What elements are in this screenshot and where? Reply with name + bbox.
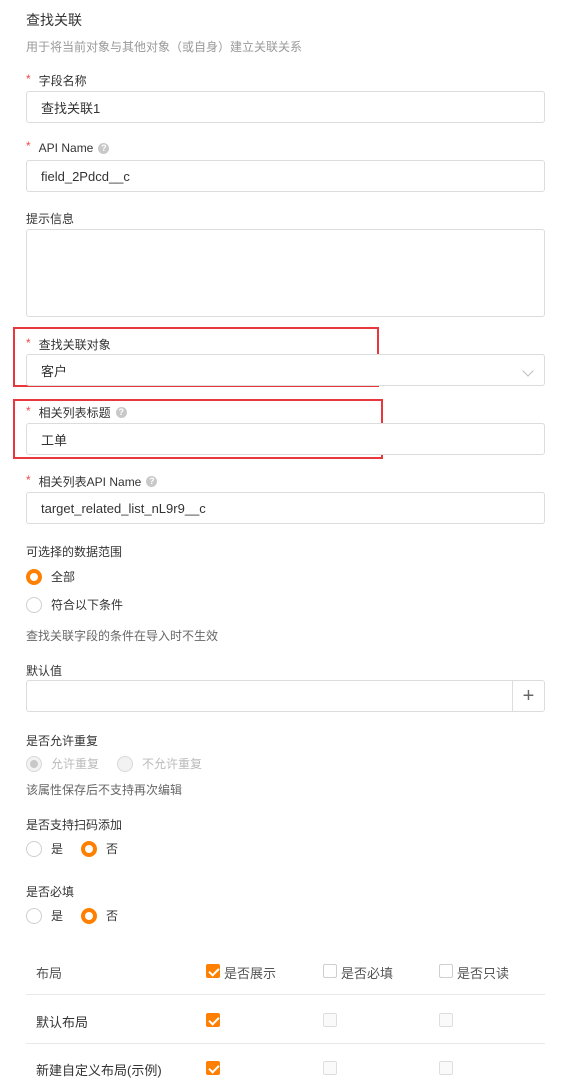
layout-name: 新建自定义布局(示例)	[36, 1063, 162, 1078]
required-option-no[interactable]: 否	[81, 907, 118, 924]
lookup-object-select[interactable]: 客户	[26, 354, 545, 386]
allow-duplicate-note: 该属性保存后不支持再次编辑	[26, 783, 183, 797]
default-value-label: 默认值	[26, 664, 63, 678]
data-range-note: 查找关联字段的条件在导入时不生效	[26, 629, 219, 643]
scan-add-label: 是否支持扫码添加	[26, 818, 123, 832]
readonly-checkbox	[439, 1013, 453, 1027]
readonly-checkbox	[439, 1061, 453, 1075]
radio-icon[interactable]	[26, 596, 42, 613]
required-checkbox	[323, 1061, 337, 1075]
radio-icon[interactable]	[26, 840, 42, 857]
required-option-yes[interactable]: 是	[26, 907, 63, 924]
related-list-title-input[interactable]: 工单	[26, 423, 545, 455]
radio-selected-icon[interactable]	[26, 568, 42, 585]
radio-disabled-icon	[117, 755, 133, 772]
help-icon[interactable]: ?	[115, 407, 127, 418]
radio-selected-icon[interactable]	[81, 840, 97, 857]
lookup-object-label: * 查找关联对象	[26, 335, 111, 353]
layout-table-header: 布局 是否展示 是否必填 是否只读	[26, 947, 545, 995]
table-row: 新建自定义布局(示例)	[26, 1044, 545, 1091]
add-icon[interactable]: +	[512, 681, 544, 711]
hint-label: 提示信息	[26, 212, 75, 226]
column-header-show: 是否展示	[224, 966, 277, 981]
data-range-option-conditions[interactable]: 符合以下条件	[26, 596, 123, 613]
column-header-required: 是否必填	[341, 966, 394, 981]
page-subtitle: 用于将当前对象与其他对象（或自身）建立关联关系	[26, 40, 303, 54]
data-range-option-all[interactable]: 全部	[26, 568, 75, 585]
help-icon[interactable]: ?	[146, 476, 158, 487]
page-title: 查找关联	[26, 12, 82, 28]
required-all-checkbox[interactable]	[323, 964, 337, 978]
column-header-layout: 布局	[36, 966, 63, 981]
radio-disabled-selected-icon	[26, 755, 42, 772]
related-list-api-input[interactable]: target_related_list_nL9r9__c	[26, 492, 545, 524]
scan-add-option-no[interactable]: 否	[81, 840, 118, 857]
show-checkbox[interactable]	[206, 1013, 220, 1027]
show-all-checkbox[interactable]	[206, 964, 220, 978]
hint-textarea[interactable]	[26, 229, 545, 317]
layout-name: 默认布局	[36, 1015, 89, 1030]
related-list-api-label: * 相关列表API Name ?	[26, 472, 158, 490]
allow-duplicate-option-yes: 允许重复	[26, 755, 99, 772]
required-mark: *	[26, 71, 31, 86]
show-checkbox[interactable]	[206, 1061, 220, 1075]
field-name-label: * 字段名称	[26, 71, 87, 89]
required-checkbox	[323, 1013, 337, 1027]
required-mark: *	[26, 403, 31, 418]
radio-selected-icon[interactable]	[81, 907, 97, 924]
allow-duplicate-option-no: 不允许重复	[117, 755, 202, 772]
chevron-down-icon	[522, 365, 534, 377]
table-row: 默认布局	[26, 996, 545, 1044]
required-mark: *	[26, 139, 31, 153]
readonly-all-checkbox[interactable]	[439, 964, 453, 978]
field-name-input[interactable]: 查找关联1	[26, 91, 545, 123]
required-mark: *	[26, 335, 31, 350]
allow-duplicate-label: 是否允许重复	[26, 734, 99, 748]
related-list-title-label: * 相关列表标题 ?	[26, 404, 127, 421]
column-header-readonly: 是否只读	[457, 966, 510, 981]
radio-icon[interactable]	[26, 907, 42, 924]
help-icon[interactable]: ?	[98, 142, 110, 154]
data-range-label: 可选择的数据范围	[26, 545, 123, 559]
api-name-input[interactable]: field_2Pdcd__c	[26, 160, 545, 192]
default-value-input[interactable]: +	[26, 680, 545, 712]
required-label: 是否必填	[26, 885, 75, 899]
api-name-label: * API Name ?	[26, 139, 110, 155]
scan-add-option-yes[interactable]: 是	[26, 840, 63, 857]
required-mark: *	[26, 472, 31, 487]
